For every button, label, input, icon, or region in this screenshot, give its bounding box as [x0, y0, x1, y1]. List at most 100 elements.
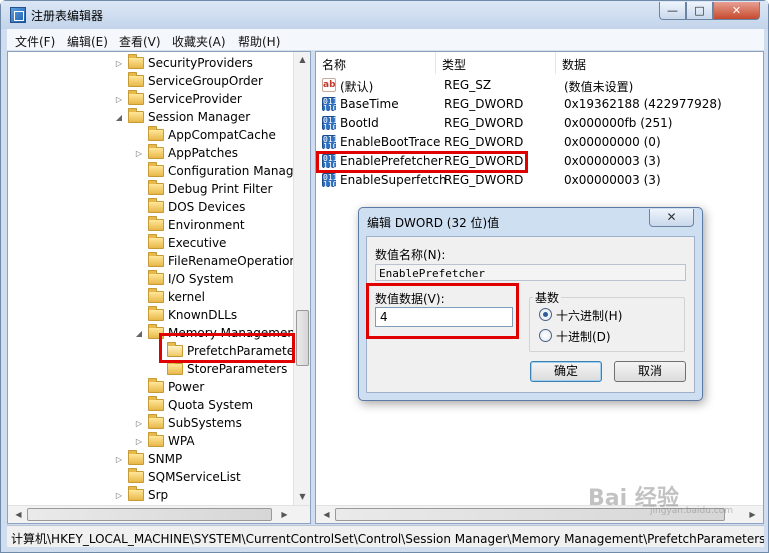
- folder-icon: [148, 144, 164, 159]
- decimal-radio-label[interactable]: 十进制(D): [556, 328, 611, 345]
- tree-scroll-thumb[interactable]: [296, 310, 309, 366]
- folder-icon: [148, 234, 164, 249]
- expand-arrow-icon[interactable]: ◢: [114, 113, 124, 122]
- value-type: REG_SZ: [444, 78, 492, 92]
- dialog-title: 编辑 DWORD (32 位)值: [367, 216, 500, 230]
- tree-item[interactable]: Quota System: [134, 396, 253, 414]
- tree-item[interactable]: Power: [134, 378, 204, 396]
- tree-horizontal-scrollbar[interactable]: ◀ ▶: [8, 505, 310, 523]
- expand-arrow-icon[interactable]: ▷: [114, 95, 124, 104]
- tree-item[interactable]: Executive: [134, 234, 226, 252]
- tree-item[interactable]: Environment: [134, 216, 245, 234]
- value-row[interactable]: 011 110 BaseTime REG_DWORD 0x19362188 (4229…: [316, 95, 763, 114]
- dword-value-icon: 011 110: [322, 97, 338, 113]
- tree-item[interactable]: ▷ ServiceProvider: [114, 90, 242, 108]
- scroll-right-icon[interactable]: ▶: [276, 510, 293, 519]
- tree-item-label: SNMP: [148, 452, 183, 466]
- folder-icon: [148, 378, 164, 393]
- value-name: (默认): [340, 80, 374, 94]
- tree-item-label: SubSystems: [168, 416, 242, 430]
- ok-button[interactable]: 确定: [530, 361, 602, 382]
- tree-item[interactable]: ▷ Srp: [114, 486, 168, 504]
- title-bar[interactable]: 注册表编辑器 — □ ✕: [1, 1, 768, 29]
- tree-item-label: ServiceProvider: [148, 92, 242, 106]
- menu-view[interactable]: 查看(V): [119, 33, 161, 50]
- value-row[interactable]: 011 110 EnableSuperfetch REG_DWORD 0x000000…: [316, 171, 763, 190]
- expand-arrow-icon[interactable]: ▷: [114, 455, 124, 464]
- value-row[interactable]: 011 110 BootId REG_DWORD 0x000000fb (251): [316, 114, 763, 133]
- folder-icon: [128, 72, 144, 87]
- tree-item[interactable]: ▷ SubSystems: [134, 414, 242, 432]
- menu-edit[interactable]: 编辑(E): [67, 33, 108, 50]
- tree-item[interactable]: Debug Print Filter: [134, 180, 272, 198]
- folder-icon: [148, 288, 164, 303]
- tree-item[interactable]: ◢ Session Manager: [114, 108, 250, 126]
- column-data[interactable]: 数据: [556, 52, 763, 74]
- value-data: 0x00000000 (0): [564, 135, 661, 149]
- tree-hscroll-thumb[interactable]: [27, 508, 272, 521]
- value-name: BootId: [340, 116, 379, 130]
- value-row[interactable]: ab (默认) REG_SZ (数值未设置): [316, 76, 763, 95]
- tree-item[interactable]: ServiceGroupOrder: [114, 72, 263, 90]
- scroll-up-icon[interactable]: ▲: [294, 55, 311, 64]
- expand-arrow-icon[interactable]: ▷: [134, 419, 144, 428]
- dialog-close-button[interactable]: ✕: [649, 209, 694, 227]
- tree-item[interactable]: I/O System: [134, 270, 234, 288]
- expand-arrow-icon[interactable]: ▷: [134, 437, 144, 446]
- value-data: 0x00000003 (3): [564, 154, 661, 168]
- tree-item[interactable]: SQMServiceList: [114, 468, 241, 486]
- tree-item[interactable]: FileRenameOperations: [134, 252, 303, 270]
- tree-item-label: SQMServiceList: [148, 470, 241, 484]
- tree-item[interactable]: ▷ SNMP: [114, 450, 182, 468]
- folder-icon: [148, 252, 164, 267]
- window-title: 注册表编辑器: [31, 9, 104, 23]
- cancel-button[interactable]: 取消: [614, 361, 686, 382]
- tree-item-label: Session Manager: [148, 110, 251, 124]
- scroll-left-icon[interactable]: ◀: [318, 510, 335, 519]
- tree-item[interactable]: KnownDLLs: [134, 306, 237, 324]
- hex-radio[interactable]: [539, 308, 552, 321]
- tree-item[interactable]: ▷ WPA: [134, 432, 195, 450]
- scroll-down-icon[interactable]: ▼: [294, 492, 311, 501]
- menu-favorites[interactable]: 收藏夹(A): [172, 33, 226, 50]
- scroll-right-icon[interactable]: ▶: [744, 510, 761, 519]
- tree-item[interactable]: AppCompatCache: [134, 126, 276, 144]
- folder-icon: [148, 162, 164, 177]
- column-type[interactable]: 类型: [436, 52, 556, 74]
- value-type: REG_DWORD: [444, 135, 524, 149]
- tree-item-label: WPA: [168, 434, 195, 448]
- value-row[interactable]: 011 110 EnableBootTrace REG_DWORD 0x0000000…: [316, 133, 763, 152]
- data-highlight-box: [366, 283, 519, 339]
- close-button[interactable]: ✕: [713, 2, 760, 20]
- expand-arrow-icon[interactable]: ▷: [134, 149, 144, 158]
- menu-help[interactable]: 帮助(H): [238, 33, 280, 50]
- tree-item[interactable]: kernel: [134, 288, 205, 306]
- tree-item-label: Executive: [168, 236, 227, 250]
- folder-icon: [148, 180, 164, 195]
- folder-icon: [148, 396, 164, 411]
- column-name[interactable]: 名称: [316, 52, 436, 74]
- maximize-button[interactable]: □: [686, 2, 713, 20]
- tree-item-label: KnownDLLs: [168, 308, 238, 322]
- hex-radio-label[interactable]: 十六进制(H): [556, 307, 622, 324]
- tree-item-label: ServiceGroupOrder: [148, 74, 263, 88]
- menu-file[interactable]: 文件(F): [15, 33, 55, 50]
- tree-item[interactable]: Configuration Manager: [134, 162, 306, 180]
- tree-item[interactable]: ▷ SecurityProviders: [114, 54, 253, 72]
- registry-tree[interactable]: ▷ SecurityProviders ServiceGroupOrder ▷ Serv…: [7, 51, 311, 524]
- minimize-button[interactable]: —: [659, 2, 686, 20]
- expand-arrow-icon[interactable]: ▷: [114, 59, 124, 68]
- tree-vertical-scrollbar[interactable]: ▲ ▼: [293, 52, 310, 505]
- dword-value-icon: 011 110: [322, 116, 338, 132]
- tree-item[interactable]: ▷ AppPatches: [134, 144, 238, 162]
- tree-item[interactable]: DOS Devices: [134, 198, 245, 216]
- expand-arrow-icon[interactable]: ▷: [114, 491, 124, 500]
- tree-item-label: FileRenameOperations: [168, 254, 304, 268]
- decimal-radio[interactable]: [539, 329, 552, 342]
- scroll-left-icon[interactable]: ◀: [10, 510, 27, 519]
- folder-icon: [128, 450, 144, 465]
- folder-icon: [128, 486, 144, 501]
- value-name-field: EnablePrefetcher: [375, 264, 686, 281]
- expand-arrow-icon[interactable]: ◢: [134, 329, 144, 338]
- tree-item-label: Debug Print Filter: [168, 182, 273, 196]
